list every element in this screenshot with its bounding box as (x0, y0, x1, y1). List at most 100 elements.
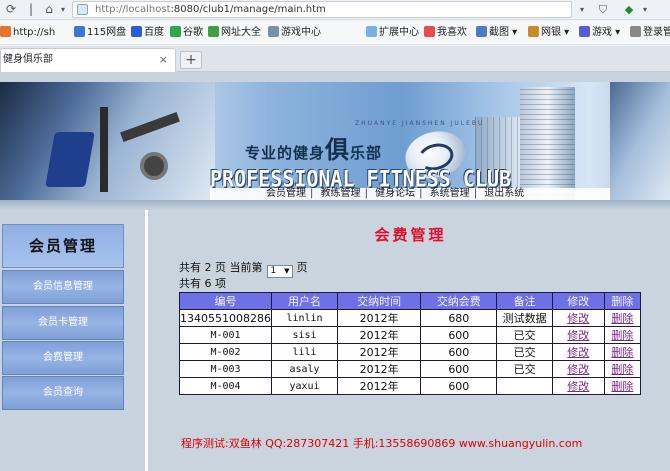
divider (0, 200, 670, 210)
sidebar-title: 会员管理 (2, 224, 124, 268)
engine-dropdown-icon[interactable]: ▾ (636, 1, 654, 18)
url-host: http://localhost (95, 4, 171, 15)
bookmark-item[interactable]: 登录管 (630, 26, 670, 40)
col-header: 用户名 (270, 292, 339, 310)
table-row: M-001 sisi 2012年 600 已交 修改 删除 (179, 326, 642, 344)
sidebar-item-fees[interactable]: 会费管理 (2, 341, 124, 375)
bookmark-icon (268, 26, 279, 37)
delete-link[interactable]: 删除 (611, 363, 633, 376)
cell-date: 2012年 (337, 377, 422, 395)
url-path: :8080/club1/manage/main.htm (170, 4, 326, 15)
tab-strip: 健身俱乐部 × + (0, 46, 670, 72)
bookmark-item[interactable]: 网银 ▾ (528, 26, 569, 40)
nav-member[interactable]: 会员管理 (266, 188, 306, 199)
cell-note (496, 377, 553, 395)
nav-forum[interactable]: 健身论坛 (375, 188, 415, 199)
fees-table: 编号 用户名 交纳时间 交纳会费 备注 修改 删除 1340551008286 … (179, 292, 642, 395)
col-header: 交纳会费 (420, 292, 498, 310)
bookmark-item[interactable]: 115网盘 (74, 26, 126, 40)
delete-link[interactable]: 删除 (611, 329, 633, 342)
cell-fee: 600 (420, 326, 498, 344)
new-tab-button[interactable]: + (180, 51, 202, 69)
nav-coach[interactable]: 教练管理 (321, 188, 361, 199)
browser-chrome: ⟳ | ⌂ ▾ http://localhost:8080/club1/mana… (0, 0, 670, 76)
divider: | (28, 2, 34, 16)
cell-note: 已交 (496, 343, 553, 361)
table-row: 1340551008286 linlin 2012年 680 测试数据 修改 删… (179, 309, 642, 327)
cell-date: 2012年 (337, 309, 422, 327)
bookmark-icon (74, 26, 85, 37)
cell-date: 2012年 (337, 326, 422, 344)
sidebar-item-member-info[interactable]: 会员信息管理 (2, 270, 124, 304)
bookmark-icon (528, 26, 539, 37)
page-select[interactable]: 1 ▼ (266, 265, 293, 278)
cell-username: asaly (270, 360, 339, 378)
cell-fee: 600 (420, 343, 498, 361)
edit-link[interactable]: 修改 (567, 380, 589, 393)
url-bar[interactable]: http://localhost:8080/club1/manage/main.… (72, 1, 572, 18)
main-content: 会费管理 共有 2 页 当前第 1 ▼ 页 共有 6 项 编号 用户名 交纳时间 交纳… (151, 210, 670, 471)
sidebar-item-member-card[interactable]: 会员卡管理 (2, 306, 124, 340)
slogan: 专业的健身俱乐部 (245, 135, 383, 164)
bookmark-item[interactable]: 我喜欢 (424, 26, 467, 40)
shield-icon[interactable]: ⛉ (594, 1, 612, 18)
tab-title: 健身俱乐部 (3, 54, 53, 65)
edit-link[interactable]: 修改 (567, 363, 589, 376)
nav-system[interactable]: 系统管理 (430, 188, 470, 199)
cell-username: linlin (270, 309, 339, 327)
delete-link[interactable]: 删除 (611, 346, 633, 359)
close-icon[interactable]: × (159, 49, 168, 71)
cell-username: yaxui (270, 377, 339, 395)
bookmark-icon (131, 26, 142, 37)
bookmarks-bar: http://sh 115网盘 百度 谷歌 网址大全 游戏中心 扩展中心 我喜欢… (0, 21, 670, 45)
total-count: 共有 6 项 (179, 277, 226, 290)
page-count: 2 (204, 261, 212, 274)
col-header: 修改 (551, 292, 605, 310)
cell-id: M-002 (179, 343, 272, 361)
bookmark-item[interactable]: 截图 ▾ (476, 26, 517, 40)
delete-link[interactable]: 删除 (611, 380, 633, 393)
cell-username: lili (270, 343, 339, 361)
tab-active[interactable]: 健身俱乐部 × (0, 48, 176, 72)
bookmark-item[interactable]: 谷歌 (170, 26, 203, 40)
bookmark-item[interactable]: 网址大全 (208, 26, 261, 40)
sidebar: 会员管理 会员信息管理 会员卡管理 会费管理 会员查询 (0, 210, 148, 471)
table-row: M-002 lili 2012年 600 已交 修改 删除 (179, 343, 642, 361)
table-row: M-003 asaly 2012年 600 已交 修改 删除 (179, 360, 642, 378)
cell-date: 2012年 (337, 343, 422, 361)
edit-link[interactable]: 修改 (567, 346, 589, 359)
url-dropdown-icon[interactable]: ▾ (573, 1, 591, 18)
address-row: ⟳ | ⌂ ▾ http://localhost:8080/club1/mana… (0, 0, 670, 20)
cell-fee: 600 (420, 360, 498, 378)
reload-icon[interactable]: ⟳ (2, 1, 20, 18)
bookmark-item[interactable]: 扩展中心 (366, 26, 419, 40)
cell-fee: 600 (420, 377, 498, 395)
table-row: M-004 yaxui 2012年 600 修改 删除 (179, 377, 642, 395)
delete-link[interactable]: 删除 (611, 312, 633, 325)
sidebar-item-query[interactable]: 会员查询 (2, 376, 124, 410)
bookmark-item[interactable]: 游戏中心 (268, 26, 321, 40)
cell-note: 已交 (496, 360, 553, 378)
edit-link[interactable]: 修改 (567, 329, 589, 342)
col-header: 编号 (179, 292, 272, 310)
nav-logout[interactable]: 退出系统 (484, 188, 524, 199)
page-icon (77, 4, 88, 15)
gym-photo-right (610, 82, 670, 200)
cell-note: 测试数据 (496, 309, 553, 327)
bookmark-item[interactable]: http://sh (0, 26, 55, 40)
col-header: 交纳时间 (337, 292, 422, 310)
cell-date: 2012年 (337, 360, 422, 378)
chevron-down-icon[interactable]: ▾ (54, 1, 72, 18)
bookmark-item[interactable]: 百度 (131, 26, 164, 40)
page-title: 会费管理 (374, 226, 447, 244)
edit-link[interactable]: 修改 (567, 312, 589, 325)
bookmark-icon (0, 26, 11, 37)
page: ZHUANYE JIANSHEN JULEBU 专业的健身俱乐部 PROFESS… (0, 72, 670, 471)
banner: ZHUANYE JIANSHEN JULEBU 专业的健身俱乐部 PROFESS… (0, 82, 670, 200)
footer-credits: 程序测试:双鱼林 QQ:287307421 手机:13558690869 www… (181, 437, 583, 450)
cell-fee: 680 (420, 309, 498, 327)
scissors-icon (476, 26, 487, 37)
bookmark-icon (170, 26, 181, 37)
bookmark-item[interactable]: 游戏 ▾ (579, 26, 620, 40)
table-header: 编号 用户名 交纳时间 交纳会费 备注 修改 删除 (179, 292, 642, 310)
